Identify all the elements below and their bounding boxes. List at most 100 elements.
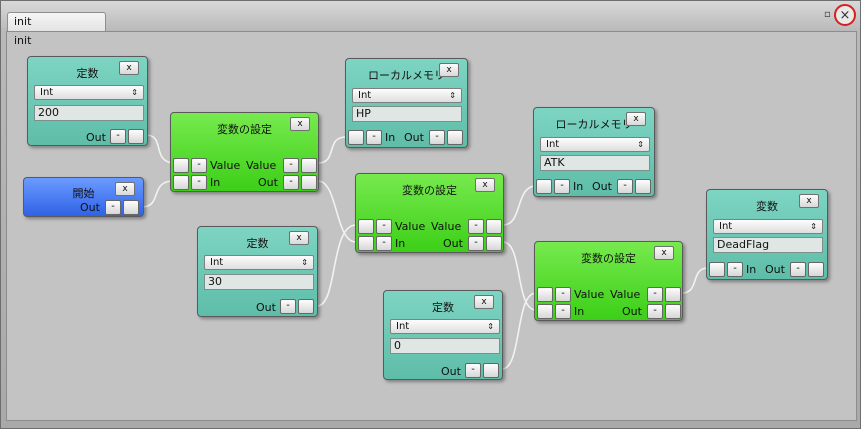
- remove-node-button[interactable]: x: [475, 178, 495, 192]
- out-port[interactable]: [447, 130, 463, 145]
- out-port[interactable]: [635, 179, 651, 194]
- out-port-minus[interactable]: -: [468, 236, 484, 251]
- variable-name-field[interactable]: ATK: [540, 155, 650, 171]
- type-select[interactable]: Int ⇕: [540, 137, 650, 152]
- variable-node[interactable]: 変数 x Int ⇕ DeadFlag - In Out -: [706, 189, 828, 280]
- out-port[interactable]: [123, 200, 139, 215]
- type-value: Int: [396, 321, 410, 332]
- type-select[interactable]: Int ⇕: [390, 319, 500, 334]
- type-value: Int: [358, 90, 372, 101]
- value-out-port[interactable]: [665, 287, 681, 302]
- local-memory-node[interactable]: ローカルメモリ x Int ⇕ ATK - In Out -: [533, 107, 655, 197]
- out-port[interactable]: [128, 129, 144, 144]
- variable-name-field[interactable]: DeadFlag: [713, 237, 823, 253]
- type-select[interactable]: Int ⇕: [34, 85, 144, 100]
- value-in-port[interactable]: [358, 219, 374, 234]
- in-port-minus[interactable]: -: [191, 175, 207, 190]
- type-select[interactable]: Int ⇕: [352, 88, 462, 103]
- remove-node-button[interactable]: x: [289, 231, 309, 245]
- set-variable-node[interactable]: 変数の設定 x - Value Value - - In Out -: [534, 241, 683, 321]
- out-port-minus[interactable]: -: [280, 299, 296, 314]
- remove-node-button[interactable]: x: [654, 246, 674, 260]
- in-port[interactable]: [709, 262, 725, 277]
- value-in-label: Value: [395, 220, 426, 233]
- remove-node-button[interactable]: x: [290, 117, 310, 131]
- out-label: Out: [592, 180, 612, 193]
- out-label: Out: [86, 131, 106, 144]
- in-label: In: [395, 237, 406, 250]
- out-port-minus[interactable]: -: [110, 129, 126, 144]
- value-out-port-minus[interactable]: -: [283, 158, 299, 173]
- out-port-minus[interactable]: -: [283, 175, 299, 190]
- value-out-label: Value: [431, 220, 462, 233]
- value-in-port[interactable]: [537, 287, 553, 302]
- remove-node-button[interactable]: x: [115, 182, 135, 196]
- remove-node-button[interactable]: x: [474, 295, 494, 309]
- constant-node[interactable]: 定数 x Int ⇕ 0 Out -: [383, 290, 503, 380]
- remove-node-button[interactable]: x: [439, 63, 459, 77]
- in-port-minus[interactable]: -: [366, 130, 382, 145]
- out-port[interactable]: [301, 175, 317, 190]
- out-port-minus[interactable]: -: [429, 130, 445, 145]
- value-in-port-minus[interactable]: -: [376, 219, 392, 234]
- constant-node[interactable]: 定数 x Int ⇕ 200 Out -: [27, 56, 148, 146]
- in-port[interactable]: [358, 236, 374, 251]
- in-port-minus[interactable]: -: [555, 304, 571, 319]
- out-port-minus[interactable]: -: [105, 200, 121, 215]
- out-port[interactable]: [483, 363, 499, 378]
- out-port-minus[interactable]: -: [617, 179, 633, 194]
- constant-node[interactable]: 定数 x Int ⇕ 30 Out -: [197, 226, 318, 317]
- value-out-port-minus[interactable]: -: [647, 287, 663, 302]
- out-label: Out: [80, 201, 100, 214]
- out-label: Out: [765, 263, 785, 276]
- value-out-port[interactable]: [301, 158, 317, 173]
- out-port[interactable]: [486, 236, 502, 251]
- type-value: Int: [719, 221, 733, 232]
- out-label: Out: [404, 131, 424, 144]
- close-window-button[interactable]: ×: [834, 4, 856, 26]
- value-in-port-minus[interactable]: -: [191, 158, 207, 173]
- in-port-minus[interactable]: -: [727, 262, 743, 277]
- out-label: Out: [443, 237, 463, 250]
- select-caret-icon: ⇕: [449, 91, 456, 100]
- tab-init[interactable]: init: [7, 12, 106, 32]
- in-port[interactable]: [173, 175, 189, 190]
- out-label: Out: [256, 301, 276, 314]
- in-port[interactable]: [348, 130, 364, 145]
- value-out-label: Value: [246, 159, 277, 172]
- value-field[interactable]: 0: [390, 338, 500, 354]
- in-label: In: [574, 305, 585, 318]
- set-variable-node[interactable]: 変数の設定 x - Value Value - - In Out -: [170, 112, 319, 192]
- out-label: Out: [441, 365, 461, 378]
- value-out-port[interactable]: [486, 219, 502, 234]
- out-port[interactable]: [298, 299, 314, 314]
- start-node[interactable]: 開始 x Out -: [23, 177, 144, 217]
- value-field[interactable]: 200: [34, 105, 144, 121]
- variable-name-field[interactable]: HP: [352, 106, 462, 122]
- local-memory-node[interactable]: ローカルメモリ x Int ⇕ HP - In Out -: [345, 58, 468, 148]
- remove-node-button[interactable]: x: [799, 194, 819, 208]
- out-port-minus[interactable]: -: [647, 304, 663, 319]
- out-port[interactable]: [808, 262, 824, 277]
- set-variable-node[interactable]: 変数の設定 x - Value Value - - In Out -: [355, 173, 504, 253]
- remove-node-button[interactable]: x: [119, 61, 139, 75]
- type-select[interactable]: Int ⇕: [204, 255, 314, 270]
- value-in-port-minus[interactable]: -: [555, 287, 571, 302]
- tab-label: init: [14, 15, 32, 28]
- value-in-port[interactable]: [173, 158, 189, 173]
- in-port[interactable]: [536, 179, 552, 194]
- restore-icon[interactable]: ▫: [824, 9, 831, 20]
- out-port[interactable]: [665, 304, 681, 319]
- close-icon: ×: [839, 7, 851, 23]
- out-port-minus[interactable]: -: [465, 363, 481, 378]
- out-port-minus[interactable]: -: [790, 262, 806, 277]
- type-select[interactable]: Int ⇕: [713, 219, 823, 234]
- value-out-port-minus[interactable]: -: [468, 219, 484, 234]
- remove-node-button[interactable]: x: [626, 112, 646, 126]
- value-field[interactable]: 30: [204, 274, 314, 290]
- in-port-minus[interactable]: -: [554, 179, 570, 194]
- select-caret-icon: ⇕: [487, 322, 494, 331]
- in-port-minus[interactable]: -: [376, 236, 392, 251]
- in-port[interactable]: [537, 304, 553, 319]
- value-out-label: Value: [610, 288, 641, 301]
